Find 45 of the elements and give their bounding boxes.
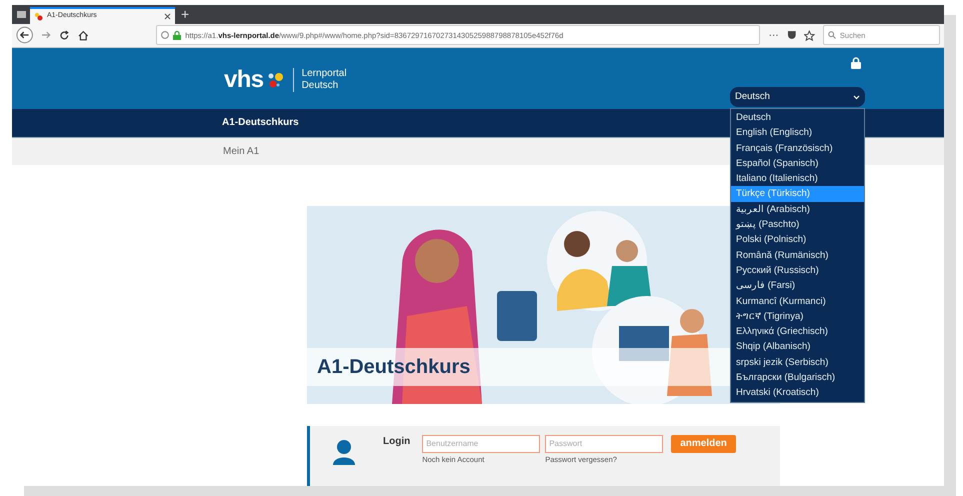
lock-icon	[173, 30, 182, 40]
back-icon[interactable]	[16, 26, 34, 44]
language-option[interactable]: Ελληνικά (Griechisch)	[731, 324, 864, 340]
language-option[interactable]: فارسی (Farsi)	[731, 278, 864, 294]
language-option[interactable]: Italiano (Italienisch)	[731, 171, 864, 186]
login-title: Login	[383, 434, 410, 449]
hero-title: A1-Deutschkurs	[317, 354, 470, 380]
home-icon[interactable]	[78, 30, 88, 41]
close-icon[interactable]	[164, 13, 171, 20]
language-option[interactable]: Polski (Polnisch)	[731, 232, 864, 248]
language-option[interactable]: English (Englisch)	[731, 125, 864, 141]
tab-list-icon[interactable]	[16, 11, 26, 18]
page-actions-button[interactable]: ···	[768, 28, 779, 43]
language-option[interactable]: پښتو (Paschto)	[731, 217, 864, 232]
subnav-link[interactable]: Mein A1	[223, 144, 260, 159]
chevron-down-icon	[853, 94, 860, 100]
language-option[interactable]: Français (Französisch)	[731, 140, 864, 156]
forward-icon[interactable]	[41, 30, 52, 40]
new-tab-button[interactable]: +	[175, 5, 196, 24]
language-option[interactable]: Русский (Russisch)	[731, 262, 864, 278]
vhs-logo[interactable]: vhs	[224, 66, 264, 93]
language-select[interactable]: Deutsch	[730, 87, 865, 107]
nav-link[interactable]: A1-Deutschkurs	[222, 115, 299, 130]
language-option[interactable]: Română (Rumänisch)	[731, 248, 864, 263]
password-field[interactable]: Passwort	[545, 434, 664, 453]
language-option[interactable]: العربية (Arabisch)	[731, 202, 864, 218]
language-option[interactable]: srpski jezik (Serbisch)	[731, 354, 864, 370]
portal-title: Lernportal	[302, 68, 347, 80]
user-icon	[332, 438, 358, 465]
search-icon	[828, 31, 836, 40]
language-option[interactable]: Hrvatski (Kroatisch)	[731, 385, 864, 401]
language-option[interactable]: Deutsch	[731, 110, 864, 126]
username-field[interactable]: Benutzername	[422, 434, 540, 453]
star-icon[interactable]	[804, 30, 815, 41]
portal-subtitle: Deutsch	[302, 80, 340, 92]
language-option[interactable]: Español (Spanisch)	[731, 156, 864, 172]
site-icon	[34, 12, 43, 21]
language-option[interactable]: Kurmancî (Kurmanci)	[731, 294, 864, 309]
language-option[interactable]: Shqip (Albanisch)	[731, 339, 864, 355]
reload-icon[interactable]	[59, 30, 70, 41]
language-option[interactable]: ትግርኛ (Tigrinya)	[731, 308, 864, 324]
lock-icon[interactable]	[851, 56, 861, 69]
shield-icon[interactable]	[786, 30, 796, 40]
info-icon[interactable]	[161, 31, 170, 40]
language-option[interactable]: Български (Bulgarisch)	[731, 370, 864, 386]
